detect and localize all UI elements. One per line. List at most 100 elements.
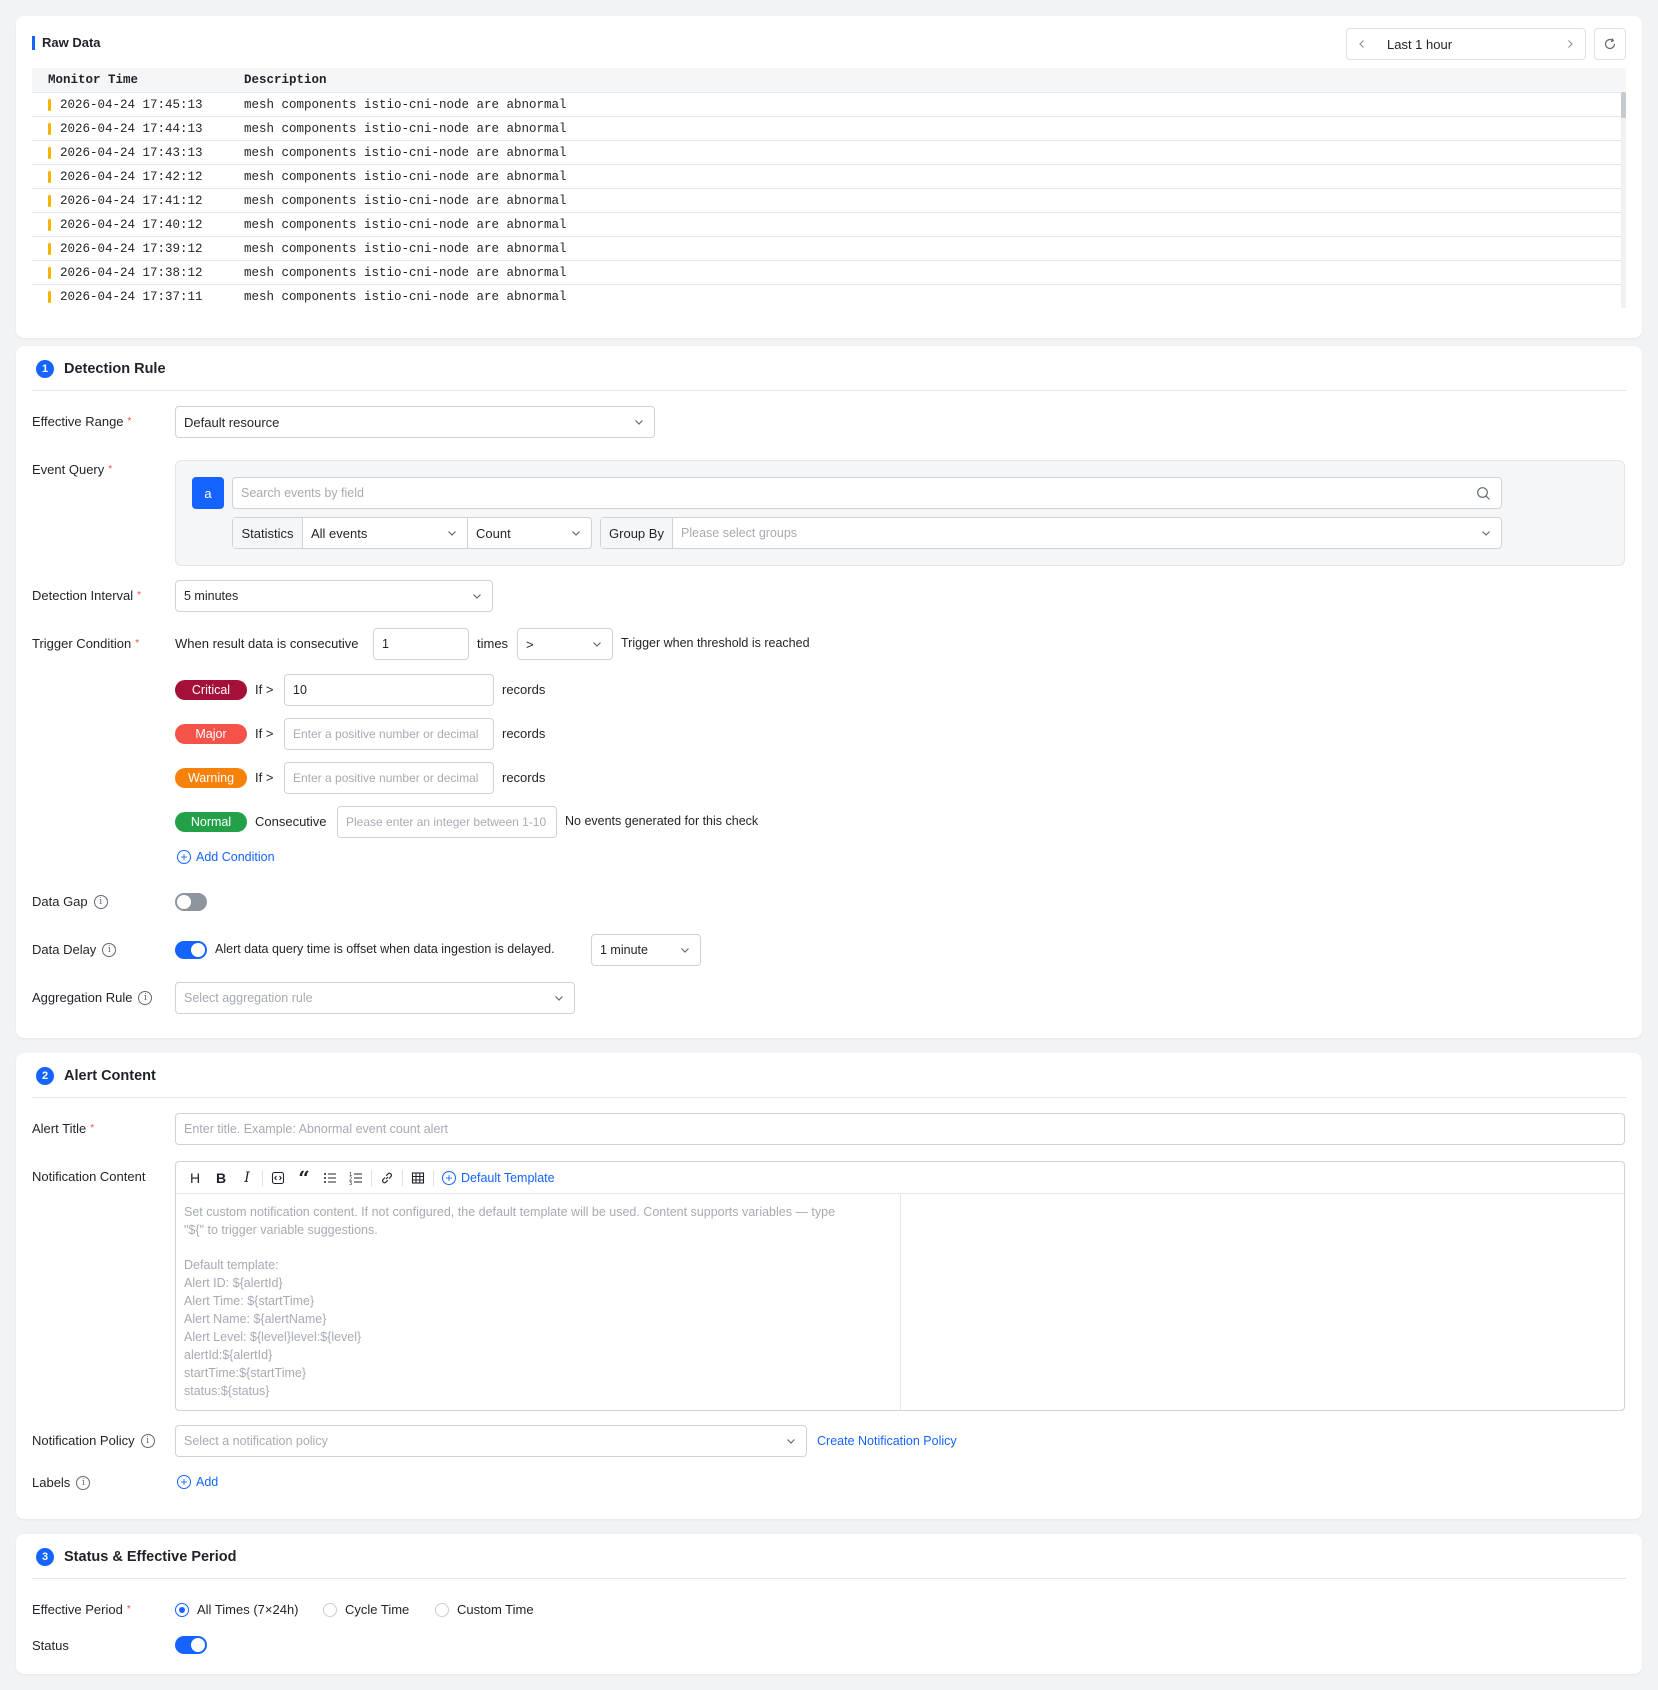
quote-icon[interactable]: “ [293, 1166, 315, 1190]
data-delay-label: Data Delay i [32, 942, 117, 957]
ordered-list-icon[interactable]: 123 [345, 1167, 367, 1189]
step-number: 2 [36, 1067, 54, 1085]
time-text: 2026-04-24 17:39:12 [60, 241, 203, 256]
event-query-label: Event Query * [32, 462, 113, 477]
query-tag[interactable]: a [192, 477, 224, 509]
aggregation-rule-label: Aggregation Rule i [32, 990, 153, 1005]
chevron-down-icon [593, 642, 601, 647]
radio-all-times[interactable]: All Times (7×24h) [175, 1602, 299, 1617]
time-text: 2026-04-24 17:40:12 [60, 217, 203, 232]
cell-monitor-time: 2026-04-24 17:39:12 [32, 242, 244, 256]
cell-monitor-time: 2026-04-24 17:41:12 [32, 194, 244, 208]
alert-content-card: 2 Alert Content Alert Title * Enter title… [16, 1053, 1642, 1519]
critical-threshold-input[interactable]: 10 [284, 674, 494, 706]
radio-custom-time[interactable]: Custom Time [435, 1602, 534, 1617]
info-icon[interactable]: i [93, 894, 108, 909]
labels-label: Labels i [32, 1475, 91, 1490]
section-title: Alert Content [64, 1068, 156, 1084]
search-icon[interactable] [1476, 486, 1491, 501]
data-delay-toggle[interactable] [175, 941, 207, 959]
chevron-down-icon [635, 420, 643, 425]
section-title: Status & Effective Period [64, 1549, 237, 1565]
trigger-operator-select[interactable]: > [517, 628, 613, 660]
detection-interval-label: Detection Interval * [32, 588, 142, 603]
scrollbar-thumb[interactable] [1621, 92, 1626, 118]
effective-period-label: Effective Period * [32, 1602, 131, 1617]
default-template-button[interactable]: + Default Template [442, 1170, 555, 1185]
alert-content-header: 2 Alert Content [36, 1067, 156, 1085]
info-icon[interactable]: i [140, 1433, 155, 1448]
chevron-down-icon [787, 1439, 795, 1444]
time-text: 2026-04-24 17:44:13 [60, 121, 203, 136]
editor-line: Alert Level: ${level}level:${level} [184, 1330, 362, 1344]
effective-range-select[interactable]: Default resource [175, 406, 655, 438]
statistics-select[interactable]: All events [303, 518, 468, 548]
bold-icon[interactable]: B [210, 1167, 232, 1189]
cell-description: mesh components istio-cni-node are abnor… [244, 121, 567, 136]
refresh-icon [1604, 38, 1616, 50]
editor-textarea[interactable]: Set custom notification content. If not … [176, 1194, 901, 1410]
warning-threshold-input[interactable]: Enter a positive number or decimal [284, 762, 494, 794]
scrollbar[interactable] [1621, 92, 1626, 308]
search-events-input[interactable]: Search events by field [232, 477, 1502, 509]
detection-interval-select[interactable]: 5 minutes [175, 580, 493, 612]
link-icon[interactable] [376, 1167, 398, 1189]
cell-description: mesh components istio-cni-node are abnor… [244, 145, 567, 160]
warning-unit: records [502, 770, 546, 785]
group-by-group: Group By Please select groups [600, 517, 1502, 549]
radio-icon[interactable] [435, 1602, 449, 1617]
cell-monitor-time: 2026-04-24 17:38:12 [32, 266, 244, 280]
italic-icon[interactable]: I [236, 1167, 258, 1189]
bullet-list-icon[interactable] [319, 1167, 341, 1189]
editor-line: Alert Time: ${startTime} [184, 1294, 315, 1308]
alert-title-input[interactable]: Enter title. Example: Abnormal event cou… [175, 1113, 1625, 1145]
critical-if: If > [255, 682, 274, 697]
code-icon[interactable] [267, 1167, 289, 1189]
add-condition-button[interactable]: + Add Condition [177, 850, 275, 864]
data-delay-select[interactable]: 1 minute [591, 934, 701, 966]
major-threshold-input[interactable]: Enter a positive number or decimal [284, 718, 494, 750]
normal-badge: Normal [175, 812, 247, 832]
chevron-down-icon [572, 531, 580, 536]
table-icon[interactable] [407, 1167, 429, 1189]
info-icon[interactable]: i [138, 990, 153, 1005]
chevron-down-icon [555, 996, 563, 1001]
normal-consecutive-input[interactable]: Please enter an integer between 1-10 [337, 806, 557, 838]
divider [32, 1097, 1626, 1098]
radio-icon[interactable] [323, 1602, 337, 1617]
group-by-select[interactable]: Please select groups [673, 518, 1501, 548]
refresh-button[interactable] [1594, 28, 1626, 60]
radio-cycle-time[interactable]: Cycle Time [323, 1602, 409, 1617]
time-range-picker[interactable]: Last 1 hour [1346, 28, 1586, 60]
notification-policy-select[interactable]: Select a notification policy [175, 1425, 807, 1457]
detection-rule-card: 1 Detection Rule Effective Range * Defaul… [16, 346, 1642, 1038]
severity-bar [48, 98, 51, 111]
editor-line: Default template: [184, 1258, 279, 1272]
chevron-left-icon[interactable] [1357, 39, 1367, 49]
editor-line: Alert Name: ${alertName} [184, 1312, 327, 1326]
aggregation-rule-select[interactable]: Select aggregation rule [175, 982, 575, 1014]
heading-icon[interactable]: H [184, 1167, 206, 1189]
create-notification-policy-link[interactable]: Create Notification Policy [817, 1434, 957, 1448]
table-row: 2026-04-24 17:41:12 mesh components istio… [32, 188, 1626, 212]
info-icon[interactable]: i [76, 1475, 91, 1490]
cell-description: mesh components istio-cni-node are abnor… [244, 241, 567, 256]
divider [32, 1578, 1626, 1579]
statistics-label: Statistics [233, 518, 303, 548]
trigger-suffix: Trigger when threshold is reached [621, 636, 810, 650]
cell-description: mesh components istio-cni-node are abnor… [244, 265, 567, 280]
chevron-right-icon[interactable] [1565, 39, 1575, 49]
info-icon[interactable]: i [102, 942, 117, 957]
critical-badge: Critical [175, 680, 247, 700]
radio-icon[interactable] [175, 1602, 189, 1617]
trigger-count-input[interactable]: 1 [373, 628, 469, 660]
status-toggle[interactable] [175, 1636, 207, 1654]
chevron-down-icon [473, 594, 481, 599]
add-label-button[interactable]: + Add [177, 1475, 218, 1489]
aggregation-select[interactable]: Count [468, 518, 591, 548]
data-gap-toggle[interactable] [175, 893, 207, 911]
status-card: 3 Status & Effective Period Effective Pe… [16, 1534, 1642, 1674]
trigger-condition-label: Trigger Condition * [32, 636, 140, 651]
svg-text:3: 3 [349, 1181, 352, 1185]
